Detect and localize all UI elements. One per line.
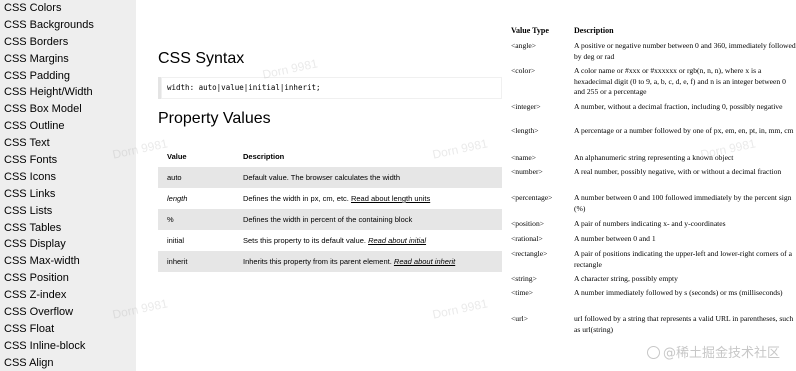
sidebar-list: CSS Colors CSS Backgrounds CSS Borders CSS … (0, 0, 136, 371)
brand-watermark-text: @稀土掘金技术社区 (663, 346, 781, 361)
sidebar-item[interactable]: CSS Fonts (0, 152, 136, 169)
sidebar-item[interactable]: CSS Tables (0, 220, 136, 237)
value-cell: length (167, 194, 188, 203)
description-header: Description (574, 26, 614, 35)
value-type-description: A number immediately followed by s (seco… (574, 288, 783, 297)
description-cell: Defines the width in percent of the cont… (233, 209, 502, 230)
brand-logo-icon (647, 346, 660, 359)
description-text: Defines the width in percent of the cont… (243, 215, 413, 224)
sidebar-item[interactable]: CSS Borders (0, 34, 136, 51)
property-values-table: Value Description auto Default value. The… (158, 146, 502, 272)
description-cell: Inherits this property from its parent e… (233, 251, 502, 272)
sidebar-nav: CSS Colors CSS Backgrounds CSS Borders CSS … (0, 0, 136, 371)
table-row: initial Sets this property to its default… (158, 230, 502, 251)
description-text: Defines the width in px, cm, etc. (243, 194, 351, 203)
value-type-name: <angle> (511, 41, 537, 50)
value-type-name: <url> (511, 314, 529, 323)
sidebar-item[interactable]: CSS Align (0, 355, 136, 371)
sidebar-item[interactable]: CSS Height/Width (0, 84, 136, 101)
value-type-description: A pair of positions indicating the upper… (574, 249, 792, 269)
table-header-description: Description (243, 152, 285, 161)
description-text: Default value. The browser calculates th… (243, 173, 401, 182)
read-about-link[interactable]: Read about initial (368, 236, 426, 245)
table-row: % Defines the width in percent of the con… (158, 209, 502, 230)
value-type-name: <string> (511, 274, 537, 283)
value-cell: auto (167, 173, 182, 182)
value-type-name: <rational> (511, 234, 543, 243)
main-content: CSS Syntax width: auto|value|initial|inh… (158, 0, 502, 371)
sidebar-item[interactable]: CSS Overflow (0, 304, 136, 321)
value-type-description: A number, without a decimal fraction, in… (574, 102, 783, 111)
value-type-description: A percentage or a number followed by one… (574, 126, 794, 135)
sidebar-item[interactable]: CSS Float (0, 321, 136, 338)
value-types-panel: Value Type Description <angle> A positive… (508, 0, 796, 371)
brand-watermark: @稀土掘金技术社区 (647, 342, 780, 361)
value-cell: inherit (167, 257, 188, 266)
sidebar-item[interactable]: CSS Links (0, 186, 136, 203)
sidebar-item[interactable]: CSS Colors (0, 0, 136, 17)
description-cell: Defines the width in px, cm, etc. Read a… (233, 188, 502, 209)
value-type-description: An alphanumeric string representing a kn… (574, 153, 734, 162)
syntax-title: CSS Syntax (158, 50, 245, 67)
syntax-code-box: width: auto|value|initial|inherit; (158, 77, 502, 99)
value-cell: % (167, 215, 174, 224)
sidebar-item[interactable]: CSS Outline (0, 118, 136, 135)
sidebar-item[interactable]: CSS Margins (0, 51, 136, 68)
value-type-name: <name> (511, 153, 537, 162)
sidebar-item[interactable]: CSS Z-index (0, 287, 136, 304)
table-header-row: Value Description (158, 146, 502, 167)
sidebar-item[interactable]: CSS Display (0, 236, 136, 253)
read-about-link[interactable]: Read about length units (351, 194, 430, 203)
value-type-description: A real number, possibly negative, with o… (574, 167, 782, 176)
value-type-description: A color name or #xxx or #xxxxxx or rgb(n… (574, 66, 786, 97)
description-cell: Default value. The browser calculates th… (233, 167, 502, 188)
value-type-description: A pair of numbers indicating x- and y-co… (574, 219, 726, 228)
value-type-name: <position> (511, 219, 545, 228)
table-row: auto Default value. The browser calculate… (158, 167, 502, 188)
value-type-name: <percentage> (511, 193, 553, 202)
value-type-name: <time> (511, 288, 534, 297)
value-type-name: <color> (511, 66, 536, 75)
value-type-header: Value Type (511, 26, 549, 35)
read-about-link[interactable]: Read about inherit (394, 257, 455, 266)
value-type-description: A number between 0 and 100 followed imme… (574, 193, 792, 213)
value-type-description: url followed by a string that represents… (574, 314, 794, 334)
description-cell: Sets this property to its default value.… (233, 230, 502, 251)
sidebar-item[interactable]: CSS Box Model (0, 101, 136, 118)
syntax-code: width: auto|value|initial|inherit; (167, 83, 321, 92)
property-values-title: Property Values (158, 110, 271, 127)
sidebar-item[interactable]: CSS Icons (0, 169, 136, 186)
value-type-name: <length> (511, 126, 539, 135)
sidebar-item[interactable]: CSS Position (0, 270, 136, 287)
sidebar-item[interactable]: CSS Backgrounds (0, 17, 136, 34)
value-cell: initial (167, 236, 185, 245)
value-type-name: <integer> (511, 102, 541, 111)
sidebar-item[interactable]: CSS Lists (0, 203, 136, 220)
sidebar-item[interactable]: CSS Max-width (0, 253, 136, 270)
table-row: length Defines the width in px, cm, etc. … (158, 188, 502, 209)
table-row: inherit Inherits this property from its p… (158, 251, 502, 272)
value-type-name: <rectangle> (511, 249, 548, 258)
value-type-description: A character string, possibly empty (574, 274, 678, 283)
table-header-value: Value (167, 152, 187, 161)
value-type-description: A positive or negative number between 0 … (574, 41, 796, 61)
sidebar-item[interactable]: CSS Text (0, 135, 136, 152)
sidebar-item[interactable]: CSS Inline-block (0, 338, 136, 355)
value-type-description: A number between 0 and 1 (574, 234, 656, 243)
sidebar-item[interactable]: CSS Padding (0, 68, 136, 85)
value-type-name: <number> (511, 167, 543, 176)
description-text: Inherits this property from its parent e… (243, 257, 394, 266)
description-text: Sets this property to its default value. (243, 236, 369, 245)
